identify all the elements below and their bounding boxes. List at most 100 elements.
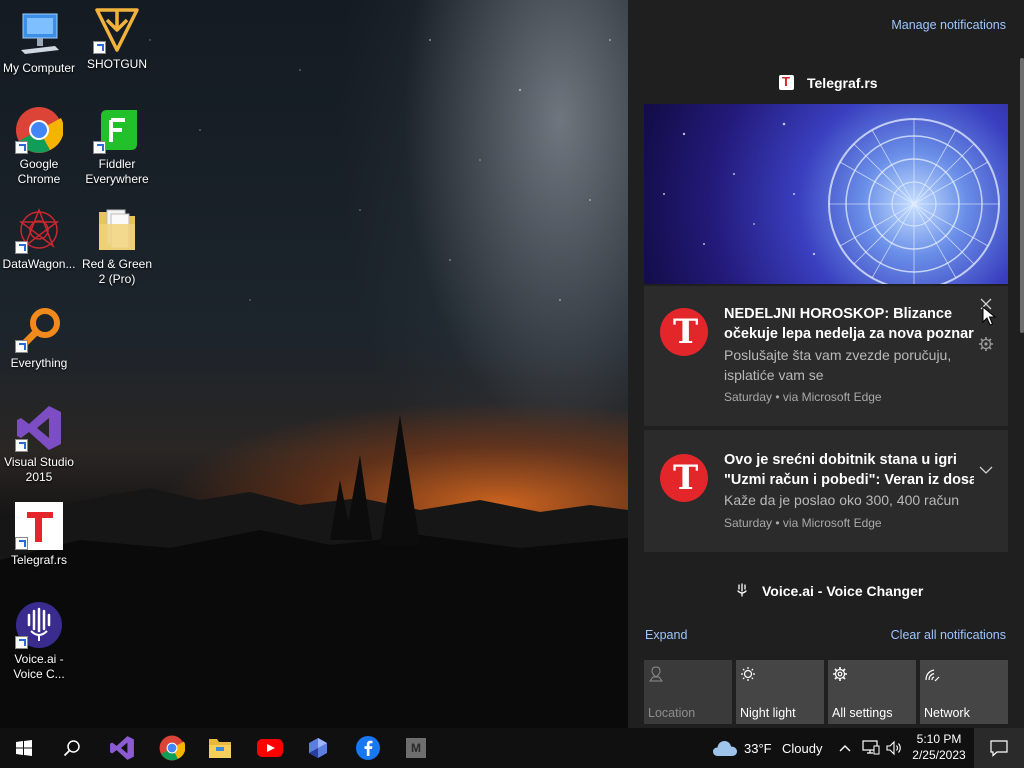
quick-action-label: Network <box>924 706 970 720</box>
fiddler-icon <box>93 106 141 154</box>
taskbar-visual-studio[interactable] <box>98 728 146 768</box>
windows-logo-icon <box>16 740 32 756</box>
gear-icon[interactable] <box>978 336 994 352</box>
action-center-scrollbar[interactable] <box>1020 58 1024 333</box>
telegraf-avatar-icon <box>660 454 708 502</box>
notification-title-line: Ovo je srećni dobitnik stana u igri <box>724 452 957 468</box>
notification-group-title[interactable]: Voice.ai - Voice Changer <box>762 583 923 599</box>
desktop-icon-fiddler[interactable]: Fiddler Everywhere <box>78 106 156 187</box>
youtube-icon <box>257 739 283 757</box>
quick-action-network[interactable]: Network <box>920 660 1008 724</box>
notification-group-title[interactable]: Telegraf.rs <box>807 75 878 91</box>
notification-meta: Saturday • via Microsoft Edge <box>724 390 882 404</box>
desktop-icon-label: Fiddler Everywhere <box>85 157 149 186</box>
taskbar-m-app[interactable]: M <box>392 728 440 768</box>
telegraf-icon <box>15 502 63 550</box>
microphone-icon <box>15 601 63 649</box>
search-button[interactable] <box>48 728 96 768</box>
desktop-icon-label: Telegraf.rs <box>10 553 68 567</box>
quick-action-location[interactable]: Location <box>644 660 732 724</box>
chrome-icon <box>15 106 64 154</box>
quick-action-label: Night light <box>740 706 796 720</box>
taskbar-facebook[interactable] <box>344 728 392 768</box>
computer-icon <box>15 10 63 58</box>
desktop-icon-red-green[interactable]: Red & Green 2 (Pro) <box>78 206 156 287</box>
desktop-icon-label: Everything <box>10 356 68 370</box>
quick-action-all-settings[interactable]: All settings <box>828 660 916 724</box>
taskbar-file-explorer[interactable] <box>196 728 244 768</box>
chevron-up-icon[interactable] <box>838 741 852 755</box>
shortcut-arrow-icon <box>15 636 28 649</box>
desktop-icon-datawagon[interactable]: DataWagon... <box>0 206 78 272</box>
desktop-icon-visual-studio[interactable]: Visual Studio 2015 <box>0 404 78 485</box>
visual-studio-icon <box>15 404 63 452</box>
desktop-icon-label: My Computer <box>2 61 76 75</box>
desktop-icon-voice-ai[interactable]: Voice.ai - Voice C... <box>0 601 78 682</box>
notification-hero-image[interactable] <box>644 104 1008 284</box>
notification-meta: Saturday • via Microsoft Edge <box>724 516 882 530</box>
visual-studio-icon <box>110 736 134 760</box>
clock-date: 2/25/2023 <box>912 748 966 762</box>
notification-title-line: NEDELJNI HOROSKOP: Blizance <box>724 306 953 322</box>
search-icon <box>63 740 80 757</box>
desktop-icon-label: Red & Green 2 (Pro) <box>81 257 153 286</box>
desktop-icon-label: Google Chrome <box>17 157 61 186</box>
m-app-icon: M <box>406 738 426 758</box>
weather-condition: Cloudy <box>782 741 823 756</box>
desktop: My Computer Google Chrome DataWagon... E… <box>0 0 628 728</box>
manage-notifications-link[interactable]: Manage notifications <box>891 18 1006 32</box>
desktop-icon-label: SHOTGUN <box>87 57 147 71</box>
telegraf-app-icon <box>779 74 794 90</box>
notification-body: Poslušajte šta vam zvezde poručuju, ispl… <box>724 347 952 383</box>
notification-card[interactable]: Ovo je srećni dobitnik stana u igri "Uzm… <box>644 430 1008 552</box>
shortcut-arrow-icon <box>93 141 106 154</box>
taskbar-app[interactable] <box>294 728 342 768</box>
mouse-cursor-icon <box>982 305 997 326</box>
taskbar-youtube[interactable] <box>246 728 294 768</box>
folder-icon <box>93 206 141 254</box>
taskbar: M 33°F Cloudy 5:10 PM 2/25/2023 <box>0 728 1024 768</box>
notification-title-line: "Uzmi račun i pobedi": Veran iz dosa <box>724 472 974 488</box>
desktop-icon-shotgun[interactable]: SHOTGUN <box>78 6 156 72</box>
app-icon <box>309 738 327 758</box>
desktop-icon-label: DataWagon... <box>2 257 76 271</box>
desktop-icon-chrome[interactable]: Google Chrome <box>0 106 78 187</box>
weather-widget[interactable]: 33°F Cloudy <box>710 728 830 768</box>
chrome-icon <box>159 735 185 761</box>
desktop-icon-my-computer[interactable]: My Computer <box>0 10 78 76</box>
gear-icon <box>832 666 848 686</box>
notification-icon <box>990 740 1008 757</box>
quick-action-night-light[interactable]: Night light <box>736 660 824 724</box>
night-light-icon <box>740 666 756 686</box>
file-explorer-icon <box>209 739 231 758</box>
clock[interactable]: 5:10 PM 2/25/2023 <box>908 728 970 768</box>
action-center-button[interactable] <box>974 728 1024 768</box>
telegraf-avatar-icon <box>660 308 708 356</box>
weather-temperature: 33°F <box>744 741 772 756</box>
shortcut-arrow-icon <box>15 340 28 353</box>
quick-action-label: Location <box>648 706 696 720</box>
taskbar-chrome[interactable] <box>148 728 196 768</box>
network-tray-icon[interactable] <box>862 740 880 756</box>
desktop-icon-label: Voice.ai - Voice C... <box>13 652 65 681</box>
volume-icon[interactable] <box>886 740 902 756</box>
desktop-icon-everything[interactable]: Everything <box>0 305 78 371</box>
action-center-panel: Manage notifications Telegraf.rs NEDELJN… <box>628 0 1024 728</box>
network-icon <box>924 666 940 686</box>
facebook-icon <box>356 736 380 760</box>
notification-title-line: očekuje lepa nedelja za nova poznar <box>724 326 974 342</box>
cloud-icon <box>713 741 737 756</box>
quick-action-label: All settings <box>832 706 893 720</box>
shortcut-arrow-icon <box>93 41 106 54</box>
chevron-down-icon[interactable] <box>978 462 994 478</box>
datawagon-icon <box>15 206 63 254</box>
start-button[interactable] <box>0 728 48 768</box>
expand-link[interactable]: Expand <box>645 628 687 642</box>
clear-all-notifications-link[interactable]: Clear all notifications <box>891 628 1006 642</box>
desktop-icon-telegraf[interactable]: Telegraf.rs <box>0 502 78 568</box>
location-icon <box>648 666 664 686</box>
notification-card[interactable]: NEDELJNI HOROSKOP: Blizance očekuje lepa… <box>644 286 1008 426</box>
voice-ai-app-icon <box>735 583 749 597</box>
shortcut-arrow-icon <box>15 141 28 154</box>
shortcut-arrow-icon <box>15 439 28 452</box>
